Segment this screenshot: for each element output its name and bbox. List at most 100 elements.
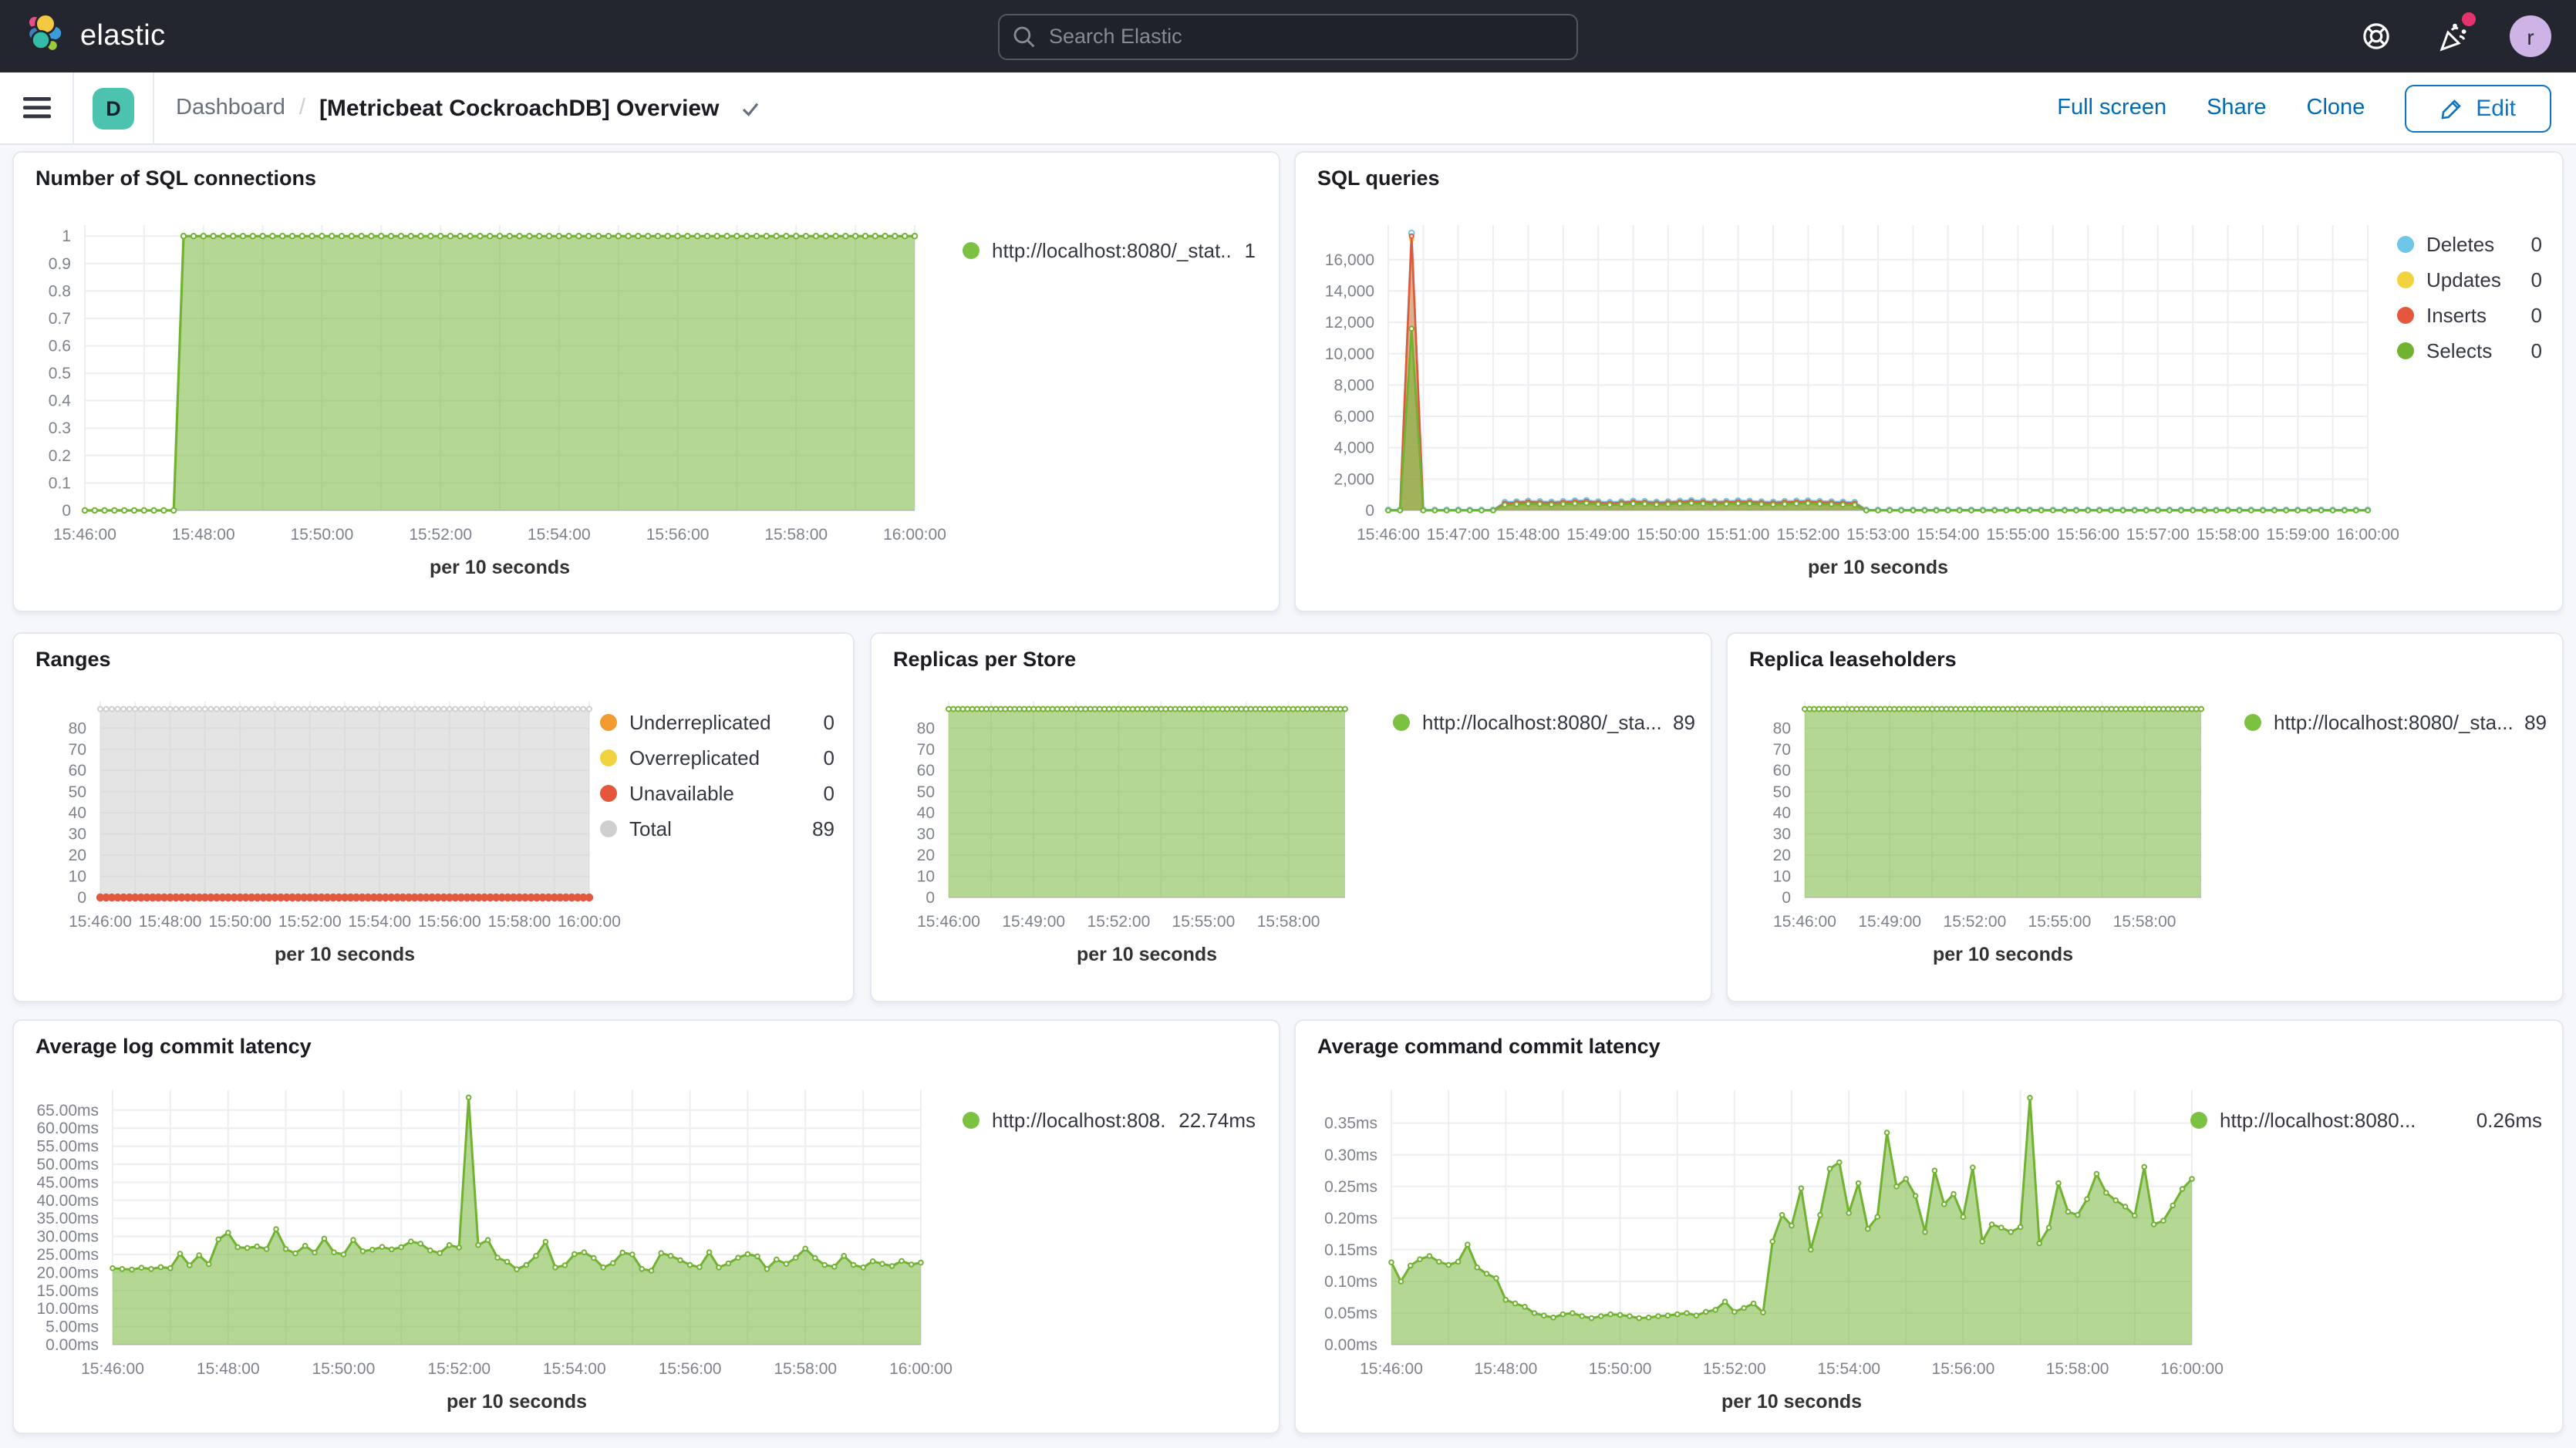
svg-text:0.9: 0.9: [49, 255, 71, 273]
legend-item[interactable]: Overreplicated0: [600, 740, 835, 776]
svg-text:15:46:00: 15:46:00: [69, 913, 132, 931]
user-avatar[interactable]: r: [2510, 15, 2551, 57]
chart-canvas[interactable]: 0102030405060708015:46:0015:49:0015:52:0…: [1728, 634, 2564, 1002]
chart-legend: Deletes0Updates0Inserts0Selects0: [2397, 227, 2542, 369]
legend-label: Total: [629, 817, 800, 840]
svg-text:16:00:00: 16:00:00: [883, 526, 946, 544]
legend-value: 0: [2531, 268, 2542, 291]
chart-legend: http://localhost:8080/_stat...1: [963, 233, 1256, 268]
legend-item[interactable]: http://localhost:808...22.74ms: [963, 1103, 1256, 1138]
svg-text:15:49:00: 15:49:00: [1566, 526, 1630, 544]
svg-text:45.00ms: 45.00ms: [36, 1174, 99, 1191]
legend-item[interactable]: http://localhost:8080/_stat...1: [963, 233, 1256, 268]
help-button[interactable]: [2355, 16, 2396, 56]
global-search: [998, 13, 1578, 59]
svg-text:15:58:00: 15:58:00: [488, 913, 551, 931]
chart-canvas[interactable]: 0.00ms5.00ms10.00ms15.00ms20.00ms25.00ms…: [14, 1021, 1280, 1434]
svg-text:60: 60: [917, 762, 935, 780]
svg-text:15:54:00: 15:54:00: [1917, 526, 1980, 544]
legend-item[interactable]: Inserts0: [2397, 298, 2542, 333]
legend-item[interactable]: Underreplicated0: [600, 705, 835, 740]
svg-text:40: 40: [917, 804, 935, 822]
replica-leaseholders-chart[interactable]: 0102030405060708015:46:0015:49:0015:52:0…: [1728, 634, 2562, 1001]
newsfeed-button[interactable]: [2433, 16, 2473, 56]
svg-text:50: 50: [917, 783, 935, 801]
svg-text:15:48:00: 15:48:00: [139, 913, 202, 931]
legend-item[interactable]: http://localhost:8080/_sta...89: [1393, 705, 1695, 740]
panel-replica-leaseholders: Replica leaseholders 0102030405060708015…: [1726, 632, 2564, 1002]
chart-canvas[interactable]: 0102030405060708015:46:0015:49:0015:52:0…: [872, 634, 1712, 1002]
top-nav: elastic: [0, 0, 2576, 72]
share-button[interactable]: Share: [2207, 96, 2266, 120]
command-commit-latency-chart[interactable]: 0.00ms0.05ms0.10ms0.15ms0.20ms0.25ms0.30…: [1296, 1021, 2562, 1433]
search-input[interactable]: [998, 13, 1578, 59]
legend-item[interactable]: Total89: [600, 811, 835, 847]
menu-button[interactable]: [0, 72, 74, 144]
svg-text:12,000: 12,000: [1325, 314, 1374, 332]
svg-text:15:49:00: 15:49:00: [1002, 913, 1065, 931]
svg-text:10: 10: [917, 868, 935, 886]
svg-text:15:46:00: 15:46:00: [1773, 913, 1836, 931]
replicas-per-store-chart[interactable]: 0102030405060708015:46:0015:49:0015:52:0…: [872, 634, 1711, 1001]
notification-dot: [2462, 12, 2476, 25]
breadcrumb-separator: /: [299, 96, 305, 120]
svg-text:per 10 seconds: per 10 seconds: [447, 1391, 587, 1413]
svg-text:25.00ms: 25.00ms: [36, 1246, 99, 1264]
svg-text:15:58:00: 15:58:00: [2197, 526, 2260, 544]
svg-text:65.00ms: 65.00ms: [36, 1102, 99, 1120]
svg-text:80: 80: [69, 719, 86, 737]
legend-item[interactable]: http://localhost:8080/_sta...89: [2244, 705, 2547, 740]
svg-text:0.2: 0.2: [49, 447, 71, 465]
legend-label: Overreplicated: [629, 746, 811, 769]
svg-text:60.00ms: 60.00ms: [36, 1120, 99, 1137]
chart-canvas[interactable]: 02,0004,0006,0008,00010,00012,00014,0001…: [1296, 153, 2564, 612]
panel-average-log-commit-latency: Average log commit latency 0.00ms5.00ms1…: [12, 1019, 1280, 1434]
svg-text:16:00:00: 16:00:00: [558, 913, 621, 931]
legend-item[interactable]: Selects0: [2397, 333, 2542, 369]
svg-text:15:53:00: 15:53:00: [1846, 526, 1910, 544]
legend-item[interactable]: Unavailable0: [600, 776, 835, 811]
chart-canvas[interactable]: 00.10.20.30.40.50.60.70.80.9115:46:0015:…: [14, 153, 1280, 612]
chart-legend: http://localhost:8080/_sta...89: [2244, 705, 2547, 740]
svg-text:15:58:00: 15:58:00: [764, 526, 828, 544]
svg-text:15:55:00: 15:55:00: [2028, 913, 2092, 931]
svg-text:16:00:00: 16:00:00: [2160, 1360, 2224, 1378]
svg-text:15:50:00: 15:50:00: [208, 913, 271, 931]
log-commit-latency-chart[interactable]: 0.00ms5.00ms10.00ms15.00ms20.00ms25.00ms…: [14, 1021, 1279, 1433]
svg-text:15:46:00: 15:46:00: [1357, 526, 1420, 544]
svg-text:per 10 seconds: per 10 seconds: [275, 944, 415, 965]
legend-value: 0: [2531, 304, 2542, 327]
panel-title: Number of SQL connections: [35, 167, 316, 190]
legend-item[interactable]: http://localhost:8080...0.26ms: [2190, 1103, 2542, 1138]
breadcrumb-dashboard[interactable]: Dashboard: [176, 96, 285, 120]
chart-canvas[interactable]: 0.00ms0.05ms0.10ms0.15ms0.20ms0.25ms0.30…: [1296, 1021, 2564, 1434]
full-screen-button[interactable]: Full screen: [2057, 96, 2166, 120]
svg-text:per 10 seconds: per 10 seconds: [430, 557, 570, 578]
legend-color-dot: [2190, 1112, 2207, 1129]
legend-label: Underreplicated: [629, 711, 811, 734]
check-icon: [739, 96, 762, 120]
svg-text:0: 0: [1365, 502, 1374, 520]
svg-text:55.00ms: 55.00ms: [36, 1138, 99, 1156]
legend-item[interactable]: Updates0: [2397, 262, 2542, 298]
svg-text:0.3: 0.3: [49, 419, 71, 437]
svg-text:per 10 seconds: per 10 seconds: [1808, 557, 1948, 578]
dashboard-app-icon[interactable]: D: [93, 87, 134, 129]
legend-value: 0: [824, 782, 835, 805]
pencil-icon: [2440, 96, 2463, 120]
legend-item[interactable]: Deletes0: [2397, 227, 2542, 262]
elastic-brand[interactable]: elastic: [0, 12, 370, 61]
panel-average-command-commit-latency: Average command commit latency 0.00ms0.0…: [1294, 1019, 2564, 1434]
svg-text:15:54:00: 15:54:00: [1817, 1360, 1880, 1378]
legend-color-dot: [1393, 714, 1410, 731]
legend-value: 22.74ms: [1178, 1109, 1256, 1132]
svg-text:50: 50: [1773, 783, 1791, 801]
sql-queries-chart[interactable]: 02,0004,0006,0008,00010,00012,00014,0001…: [1296, 153, 2562, 611]
edit-button[interactable]: Edit: [2405, 84, 2551, 132]
search-icon: [1012, 24, 1037, 56]
svg-text:40.00ms: 40.00ms: [36, 1192, 99, 1210]
clone-button[interactable]: Clone: [2307, 96, 2365, 120]
panel-title: Replica leaseholders: [1749, 648, 1957, 671]
legend-color-dot: [2397, 307, 2414, 324]
sql-connections-chart[interactable]: 00.10.20.30.40.50.60.70.80.9115:46:0015:…: [14, 153, 1279, 611]
